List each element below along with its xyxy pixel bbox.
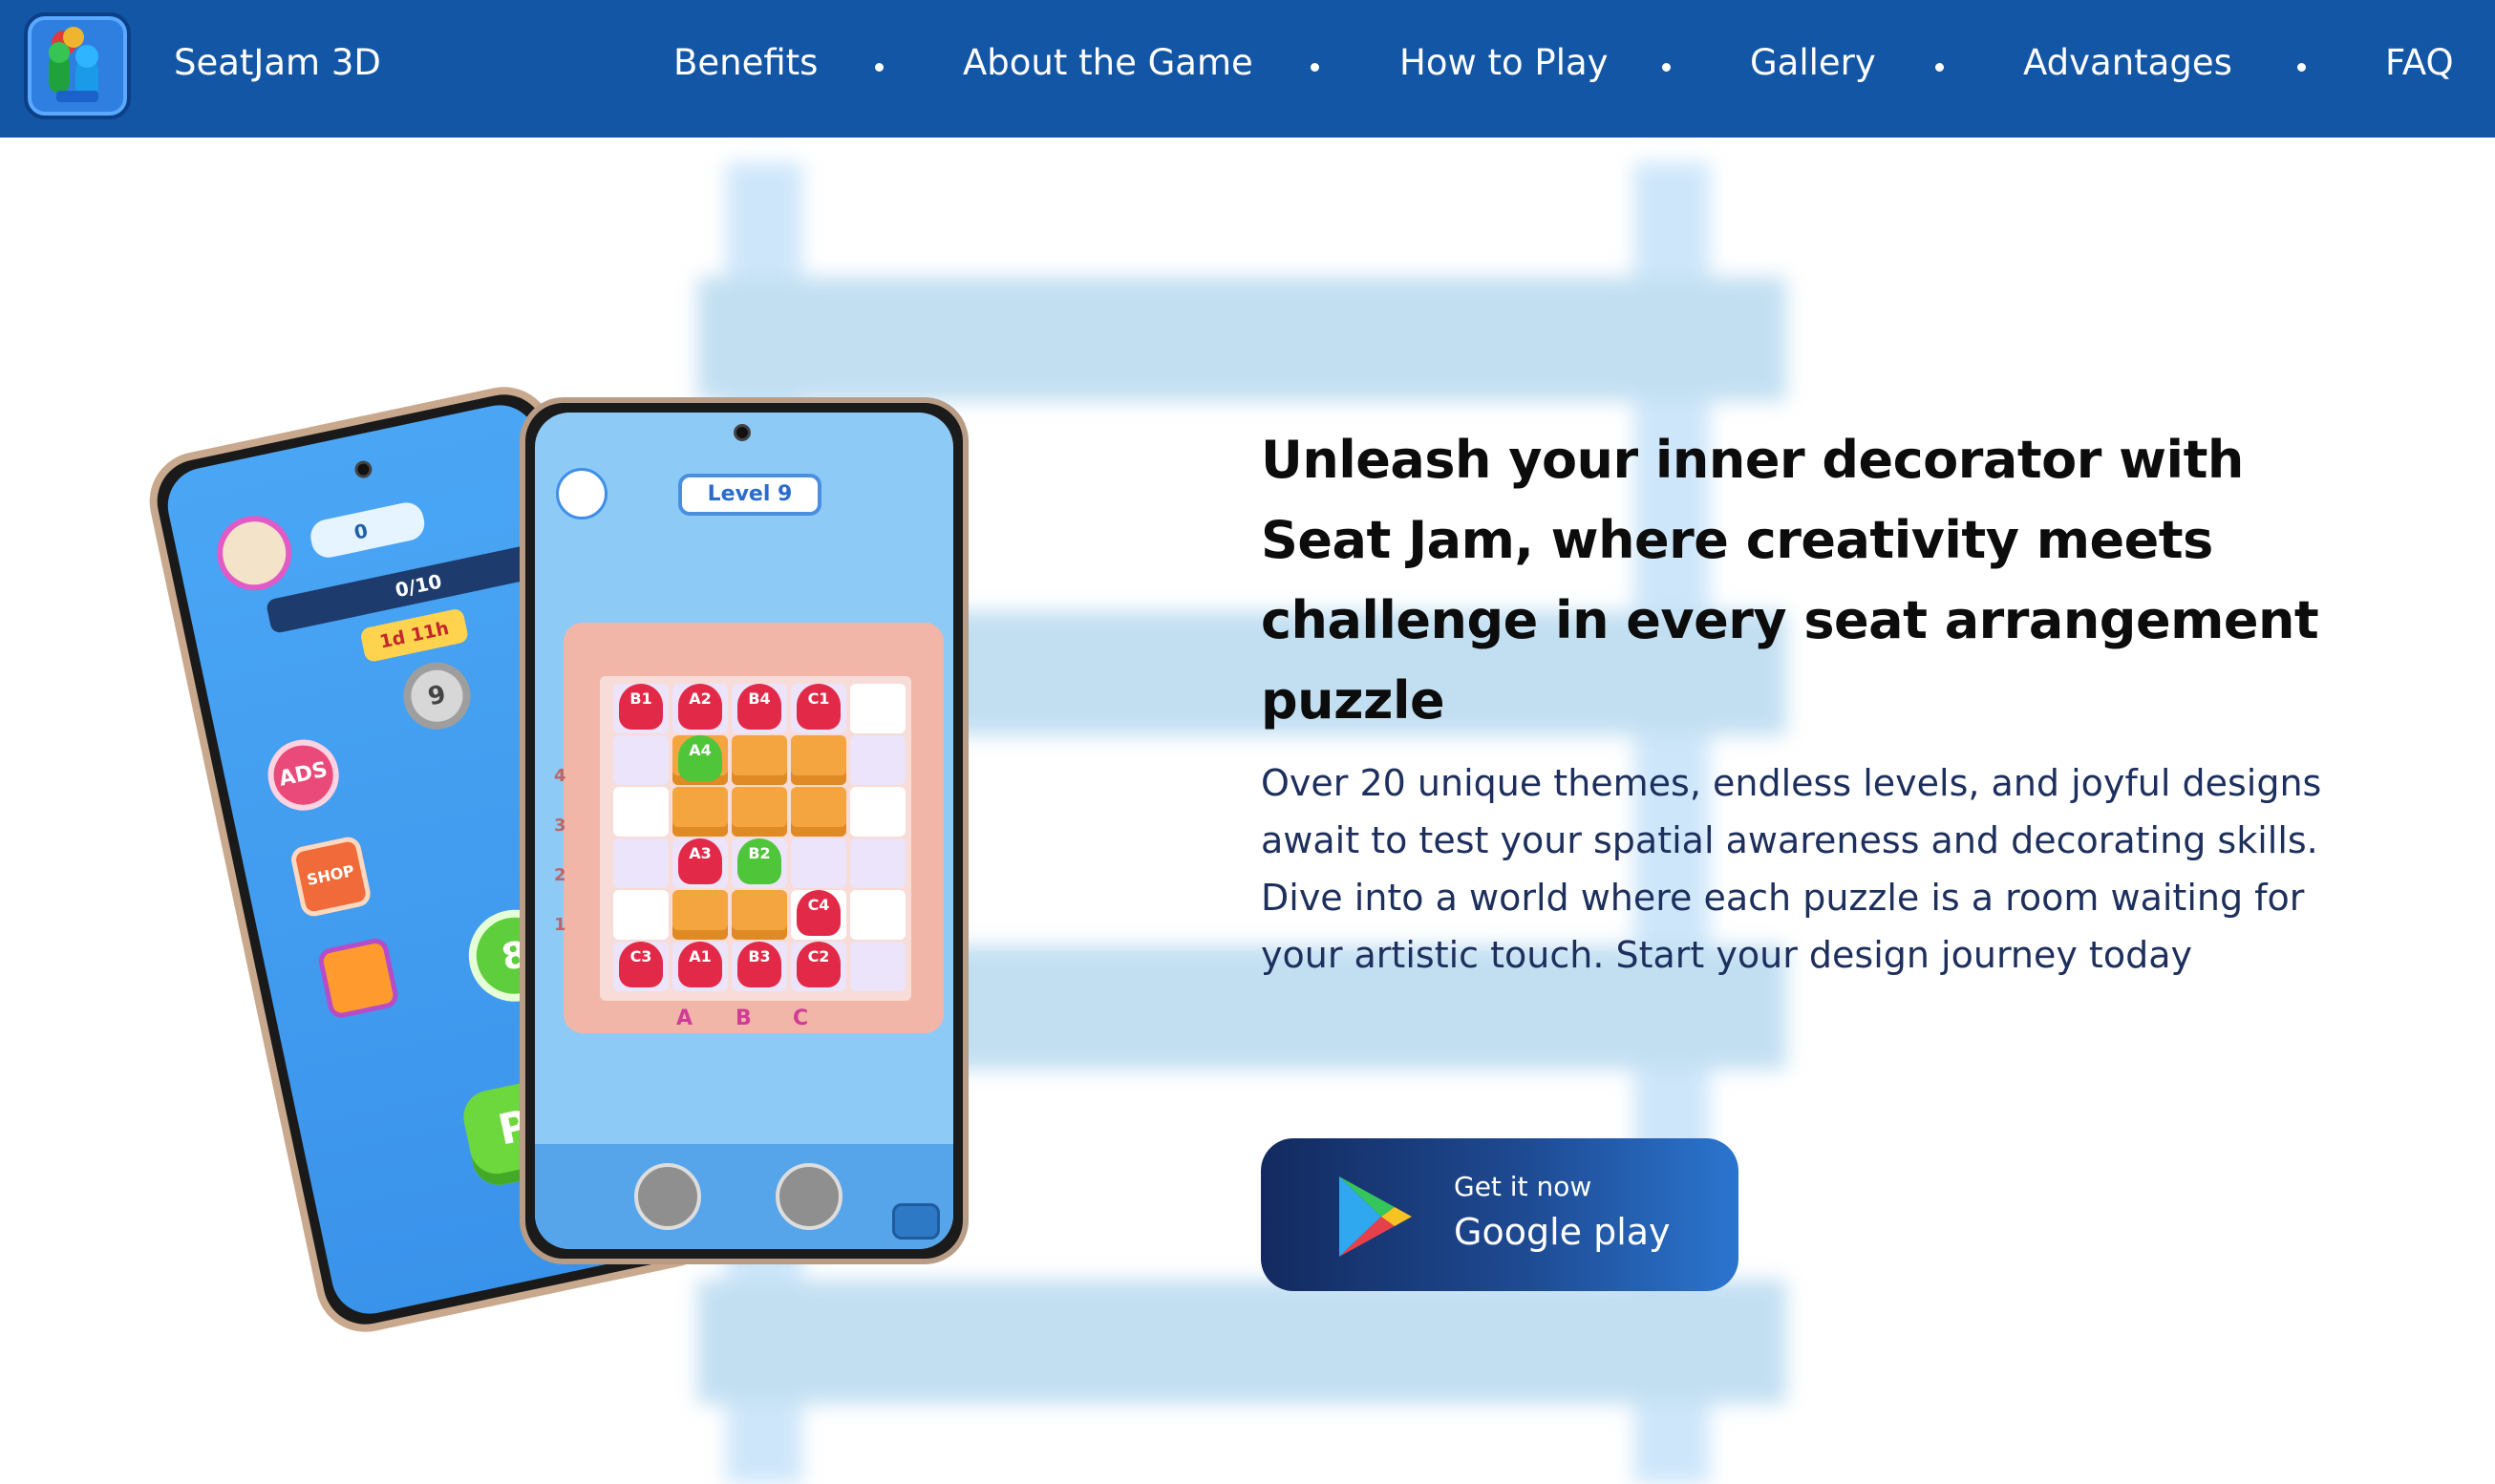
seat-cell[interactable] — [791, 838, 846, 888]
nav-item-benefits[interactable]: Benefits — [673, 42, 818, 83]
seat-cell[interactable] — [672, 890, 728, 940]
nav-item-about[interactable]: About the Game — [963, 42, 1253, 83]
seat-cell[interactable] — [850, 684, 906, 733]
nav-item-gallery[interactable]: Gallery — [1750, 42, 1876, 83]
hero-description: Over 20 unique themes, endless levels, a… — [1261, 762, 2322, 976]
top-nav: SeatJam 3D Benefits About the Game How t… — [0, 0, 2495, 138]
nav-item-advantages[interactable]: Advantages — [2023, 42, 2232, 83]
seat-cell[interactable] — [791, 735, 846, 785]
seat-cell[interactable] — [613, 838, 669, 888]
cta-subtitle: Get it now — [1454, 1171, 1592, 1202]
character-a2[interactable]: A2 — [678, 684, 722, 730]
row-label: 3 — [554, 816, 566, 836]
booster-slot-icon[interactable] — [634, 1163, 701, 1230]
cta-title: Google play — [1454, 1211, 1671, 1253]
level-node-9[interactable]: 9 — [396, 656, 477, 736]
column-label: A — [676, 1007, 693, 1030]
seat-cell[interactable] — [791, 787, 846, 837]
character-c4[interactable]: C4 — [797, 890, 841, 936]
close-icon[interactable] — [892, 1203, 940, 1240]
reward-icon[interactable] — [316, 936, 400, 1021]
character-a4[interactable]: A4 — [678, 735, 722, 781]
seat-cell[interactable] — [732, 787, 787, 837]
column-label: B — [736, 1007, 752, 1030]
nav-item-how-to-play[interactable]: How to Play — [1399, 42, 1609, 83]
seat-board: B1 A2 B4 C1 A4 A3 B2 C4 C3 A1 B3 C2 — [564, 623, 944, 1033]
character-b1[interactable]: B1 — [619, 684, 663, 730]
shop-button[interactable]: SHOP — [288, 835, 373, 919]
character-a3[interactable]: A3 — [678, 838, 722, 884]
settings-gear-icon[interactable] — [556, 468, 608, 519]
seat-cell[interactable] — [613, 787, 669, 837]
seat-cell[interactable] — [850, 735, 906, 785]
seat-cell[interactable] — [850, 787, 906, 837]
character-b2[interactable]: B2 — [737, 838, 781, 884]
brand-name[interactable]: SeatJam 3D — [174, 42, 381, 83]
phone-mockup-level: Level 9 B1 A2 B4 C1 A4 A3 B2 C4 C3 A1 B3 C2 4 3 2 1… — [520, 397, 969, 1264]
seat-cell[interactable] — [613, 735, 669, 785]
nav-item-faq[interactable]: FAQ — [2385, 42, 2454, 83]
row-label: 2 — [554, 865, 566, 885]
seat-cell[interactable] — [850, 942, 906, 991]
column-label: C — [793, 1007, 809, 1030]
seat-cell[interactable] — [732, 735, 787, 785]
seat-grid: B1 A2 B4 C1 A4 A3 B2 C4 C3 A1 B3 C2 — [600, 676, 911, 1001]
seat-cell[interactable] — [850, 890, 906, 940]
avatar — [209, 508, 299, 598]
nav-separator — [1935, 63, 1944, 72]
game-level-screen: Level 9 B1 A2 B4 C1 A4 A3 B2 C4 C3 A1 B3 C2 4 3 2 1… — [535, 413, 953, 1249]
seat-cell[interactable] — [732, 890, 787, 940]
character-c2[interactable]: C2 — [797, 942, 841, 987]
nav-separator — [1662, 63, 1671, 72]
gem-counter: 0 — [307, 499, 428, 562]
booster-slot-icon[interactable] — [776, 1163, 842, 1230]
seat-cell[interactable] — [672, 787, 728, 837]
character-c3[interactable]: C3 — [619, 942, 663, 987]
level-label: Level 9 — [678, 474, 821, 516]
row-label: 1 — [554, 915, 566, 935]
character-b3[interactable]: B3 — [737, 942, 781, 987]
nav-separator — [1311, 63, 1319, 72]
ads-button[interactable]: ADS — [261, 732, 346, 817]
app-logo-icon[interactable] — [24, 12, 131, 119]
nav-separator — [875, 63, 884, 72]
seat-cell[interactable] — [613, 890, 669, 940]
row-label: 4 — [554, 766, 566, 786]
character-b4[interactable]: B4 — [737, 684, 781, 730]
google-play-icon — [1339, 1177, 1412, 1257]
gem-count: 0 — [352, 519, 371, 544]
google-play-button[interactable]: Get it now Google play — [1261, 1138, 1738, 1291]
character-c1[interactable]: C1 — [797, 684, 841, 730]
nav-separator — [2297, 63, 2306, 72]
hero-title: Unleash your inner decorator with Seat J… — [1261, 430, 2319, 731]
character-a1[interactable]: A1 — [678, 942, 722, 987]
event-timer: 1d 11h — [359, 607, 470, 664]
seat-cell[interactable] — [850, 838, 906, 888]
booster-bar — [535, 1144, 953, 1249]
